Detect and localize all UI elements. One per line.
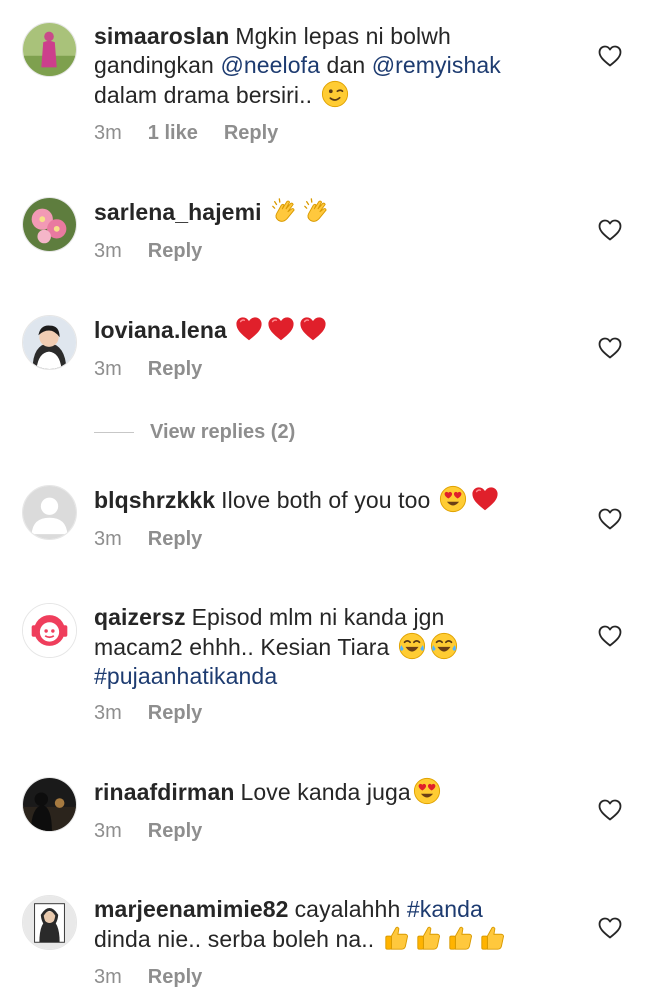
tears-of-joy-emoji xyxy=(398,632,426,660)
reply-button[interactable]: Reply xyxy=(148,966,202,988)
like-heart-icon[interactable] xyxy=(598,219,622,241)
like-heart-icon[interactable] xyxy=(598,799,622,821)
heart-eyes-emoji xyxy=(439,485,467,513)
avatar[interactable] xyxy=(22,197,77,252)
reply-button[interactable]: Reply xyxy=(148,820,202,842)
avatar[interactable] xyxy=(22,895,77,950)
username[interactable]: simaaroslan xyxy=(94,23,229,49)
heart-eyes-emoji xyxy=(413,777,441,805)
timestamp: 3m xyxy=(94,240,122,262)
thumbs-up-emoji xyxy=(415,924,443,952)
avatar[interactable] xyxy=(22,485,77,540)
comment-text: dalam drama bersiri.. xyxy=(94,82,313,108)
comment-text: cayalahhh xyxy=(294,896,407,922)
red-heart-emoji xyxy=(299,315,327,343)
timestamp: 3m xyxy=(94,702,122,724)
username[interactable]: loviana.lena xyxy=(94,317,227,343)
clapping-emoji xyxy=(302,197,330,225)
comment-text: Episod mlm ni kanda jgn xyxy=(191,604,445,630)
username[interactable]: rinaafdirman xyxy=(94,779,235,805)
username[interactable]: sarlena_hajemi xyxy=(94,199,262,225)
comment-text: dinda nie.. serba boleh na.. xyxy=(94,926,375,952)
timestamp: 3m xyxy=(94,528,122,550)
avatar[interactable] xyxy=(22,315,77,370)
like-heart-icon[interactable] xyxy=(598,625,622,647)
likes-count[interactable]: 1 like xyxy=(148,122,198,144)
mention-link[interactable]: @neelofa xyxy=(220,52,320,78)
username[interactable]: marjeenamimie82 xyxy=(94,896,289,922)
avatar[interactable] xyxy=(22,777,77,832)
hashtag-link[interactable]: #kanda xyxy=(407,896,483,922)
comment-text: Ilove both of you too xyxy=(221,487,431,513)
tears-of-joy-emoji xyxy=(430,632,458,660)
red-heart-emoji xyxy=(267,315,295,343)
reply-button[interactable]: Reply xyxy=(148,528,202,550)
divider xyxy=(94,432,134,433)
thumbs-up-emoji xyxy=(447,924,475,952)
like-heart-icon[interactable] xyxy=(598,337,622,359)
red-heart-emoji xyxy=(471,485,499,513)
clapping-emoji xyxy=(270,197,298,225)
reply-button[interactable]: Reply xyxy=(148,358,202,380)
comment-text: Love kanda juga xyxy=(240,779,411,805)
thumbs-up-emoji xyxy=(383,924,411,952)
reply-button[interactable]: Reply xyxy=(148,240,202,262)
comment-text: macam2 ehhh.. Kesian Tiara xyxy=(94,634,390,660)
timestamp: 3m xyxy=(94,966,122,988)
comment-text: gandingkan xyxy=(94,52,221,78)
reply-button[interactable]: Reply xyxy=(148,702,202,724)
like-heart-icon[interactable] xyxy=(598,508,622,530)
username[interactable]: blqshrzkkk xyxy=(94,487,215,513)
like-heart-icon[interactable] xyxy=(598,917,622,939)
like-heart-icon[interactable] xyxy=(598,45,622,67)
comment-text: dan xyxy=(320,52,372,78)
wink-emoji xyxy=(321,80,349,108)
reply-button[interactable]: Reply xyxy=(224,122,278,144)
mention-link[interactable]: @remyishak xyxy=(372,52,501,78)
timestamp: 3m xyxy=(94,820,122,842)
timestamp: 3m xyxy=(94,358,122,380)
hashtag-link[interactable]: #pujaanhatikanda xyxy=(94,663,277,689)
timestamp: 3m xyxy=(94,122,122,144)
avatar[interactable] xyxy=(22,603,77,658)
red-heart-emoji xyxy=(235,315,263,343)
comment-text: Mgkin lepas ni bolwh xyxy=(235,23,451,49)
username[interactable]: qaizersz xyxy=(94,604,186,630)
thumbs-up-emoji xyxy=(479,924,507,952)
avatar[interactable] xyxy=(22,22,77,77)
view-replies-label[interactable]: View replies (2) xyxy=(150,421,295,444)
view-replies-button[interactable]: View replies (2) xyxy=(94,421,295,444)
